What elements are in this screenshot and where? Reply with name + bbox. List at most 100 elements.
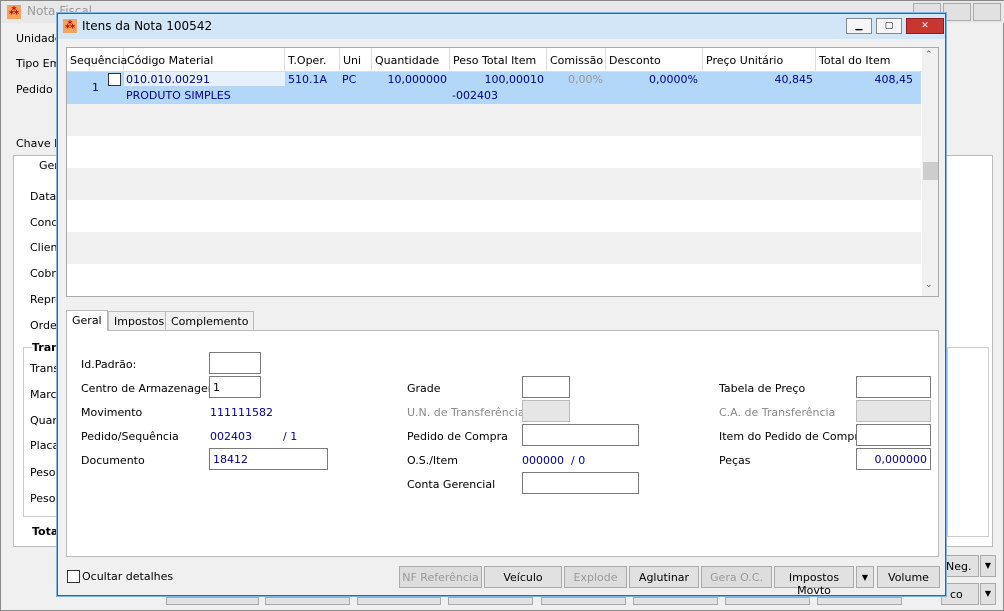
cell-total: 408,45 bbox=[874, 73, 914, 86]
scroll-up-icon[interactable]: ⌃ bbox=[925, 50, 933, 60]
pecas-input[interactable]: 0,000000 bbox=[856, 448, 931, 470]
outer-label: Quan bbox=[30, 414, 60, 427]
outer-bottom-button[interactable] bbox=[541, 597, 626, 605]
geral-panel: Id.Padrão: Centro de Armazenagem 1 Movim… bbox=[66, 330, 939, 557]
impostos-movto-button[interactable]: Impostos Movto bbox=[774, 566, 854, 597]
aglutinar-button[interactable]: Aglutinar bbox=[629, 566, 699, 588]
outer-label: Peso bbox=[30, 466, 56, 479]
cell-peso-cont: -002403 bbox=[452, 89, 498, 102]
row-checkbox[interactable] bbox=[108, 73, 121, 86]
item-pedido-compra-label: Item do Pedido de Compra bbox=[719, 430, 866, 443]
app-logo-icon: ⁂ bbox=[63, 19, 77, 33]
ocultar-detalhes-label[interactable]: Ocultar detalhes bbox=[82, 570, 173, 583]
column-header[interactable]: T.Oper. bbox=[285, 48, 340, 72]
nf-referencia-button[interactable]: NF Referência bbox=[399, 566, 482, 588]
co-button[interactable]: co bbox=[941, 583, 979, 605]
outer-label: Placa bbox=[30, 439, 60, 452]
column-header[interactable]: Comissão bbox=[547, 48, 606, 72]
conta-gerencial-input[interactable] bbox=[522, 472, 639, 494]
gera-oc-button[interactable]: Gera O.C. bbox=[701, 566, 772, 588]
cell-desconto: 0,0000% bbox=[649, 73, 698, 86]
cell-sequencia: 1 bbox=[92, 81, 99, 94]
outer-bottom-button[interactable] bbox=[633, 597, 718, 605]
un-transferencia-input bbox=[522, 400, 570, 422]
id-padrao-label: Id.Padrão: bbox=[81, 358, 137, 371]
dropdown-arrow-icon[interactable]: ▼ bbox=[980, 555, 996, 577]
pecas-label: Peças bbox=[719, 454, 751, 467]
volume-button[interactable]: Volume bbox=[877, 566, 940, 588]
outer-close-button[interactable] bbox=[973, 3, 1001, 21]
outer-label: Chave N bbox=[16, 137, 63, 150]
outer-bottom-button[interactable] bbox=[448, 597, 533, 605]
column-header[interactable]: Uni bbox=[340, 48, 372, 72]
outer-group-title: Tran bbox=[32, 341, 59, 354]
outer-label: Unidade bbox=[16, 32, 62, 45]
conta-gerencial-label: Conta Gerencial bbox=[407, 478, 496, 491]
scroll-down-icon[interactable]: ⌄ bbox=[925, 280, 933, 290]
outer-bottom-button[interactable] bbox=[357, 597, 441, 605]
outer-label: Tota bbox=[32, 525, 59, 538]
itens-da-nota-dialog: Itens da Nota 100542 ⁂ ▁ ▢ ✕ Sequência C… bbox=[57, 13, 946, 597]
scrollbar-thumb[interactable] bbox=[923, 162, 938, 180]
cell-comissao: 0,00% bbox=[568, 73, 603, 86]
column-header[interactable]: Total do Item bbox=[816, 48, 922, 72]
sequencia-value: / 1 bbox=[283, 430, 298, 443]
tabela-preco-input[interactable] bbox=[856, 376, 931, 398]
outer-right-group bbox=[947, 347, 989, 537]
outer-bottom-button[interactable] bbox=[817, 597, 902, 605]
app-logo-icon: ⁂ bbox=[7, 5, 21, 19]
cell-codigo: 010.010.00291 bbox=[126, 73, 210, 86]
os-item-label: O.S./Item bbox=[407, 454, 458, 467]
movimento-value: 111111582 bbox=[210, 406, 273, 419]
column-header[interactable]: Código Material bbox=[124, 48, 285, 72]
os-value: 000000 bbox=[522, 454, 564, 467]
tab-complemento[interactable]: Complemento bbox=[165, 311, 255, 331]
column-header[interactable]: Preço Unitário bbox=[703, 48, 816, 72]
pedido-sequencia-label: Pedido/Sequência bbox=[81, 430, 179, 443]
pedido-compra-label: Pedido de Compra bbox=[407, 430, 508, 443]
grade-input[interactable] bbox=[522, 376, 570, 398]
column-header[interactable]: Peso Total Item bbox=[450, 48, 547, 72]
cell-peso: 100,00010 bbox=[484, 73, 545, 86]
minimize-button[interactable]: ▁ bbox=[846, 18, 872, 34]
cell-toper: 510.1A bbox=[288, 73, 328, 86]
ca-transferencia-input bbox=[856, 400, 931, 422]
outer-bottom-button[interactable] bbox=[166, 597, 259, 605]
centro-input[interactable]: 1 bbox=[209, 376, 261, 398]
grade-label: Grade bbox=[407, 382, 441, 395]
cell-descricao: PRODUTO SIMPLES bbox=[126, 89, 231, 102]
veiculo-button[interactable]: Veículo bbox=[484, 566, 562, 588]
neg-button[interactable]: Neg. bbox=[941, 555, 979, 577]
outer-label: Pedido bbox=[16, 83, 53, 96]
close-button[interactable]: ✕ bbox=[906, 18, 944, 34]
vertical-scrollbar[interactable]: ⌃ ⌄ bbox=[922, 48, 938, 296]
un-transferencia-label: U.N. de Transferência bbox=[407, 406, 525, 419]
explode-button[interactable]: Explode bbox=[564, 566, 627, 588]
outer-tab[interactable]: Ger bbox=[39, 159, 59, 172]
column-header[interactable]: Desconto bbox=[606, 48, 703, 72]
column-header[interactable]: Quantidade bbox=[372, 48, 450, 72]
movimento-label: Movimento bbox=[81, 406, 143, 419]
centro-label: Centro de Armazenagem bbox=[81, 382, 219, 395]
cell-quantidade: 10,000000 bbox=[387, 73, 448, 86]
documento-input[interactable]: 18412 bbox=[209, 448, 328, 470]
tabela-preco-label: Tabela de Preço bbox=[719, 382, 806, 395]
empty-row bbox=[67, 232, 921, 264]
dialog-title: Itens da Nota 100542 bbox=[82, 19, 213, 33]
column-header[interactable]: Sequência bbox=[67, 48, 127, 72]
cell-uni: PC bbox=[342, 73, 357, 86]
outer-bottom-button[interactable] bbox=[265, 597, 350, 605]
outer-label: Data bbox=[30, 190, 57, 203]
item-pedido-compra-input[interactable] bbox=[856, 424, 931, 446]
pedido-compra-input[interactable] bbox=[522, 424, 639, 446]
maximize-button[interactable]: ▢ bbox=[876, 18, 902, 34]
outer-maximize-button[interactable] bbox=[943, 3, 971, 21]
dropdown-arrow-icon[interactable]: ▼ bbox=[980, 583, 996, 605]
ocultar-detalhes-checkbox[interactable] bbox=[67, 570, 80, 583]
tab-impostos[interactable]: Impostos bbox=[108, 311, 171, 331]
cell-preco: 40,845 bbox=[774, 73, 814, 86]
id-padrao-input[interactable] bbox=[209, 352, 261, 374]
dropdown-arrow-icon[interactable]: ▼ bbox=[856, 566, 874, 588]
tab-geral[interactable]: Geral bbox=[66, 310, 108, 331]
outer-bottom-button[interactable] bbox=[725, 597, 810, 605]
